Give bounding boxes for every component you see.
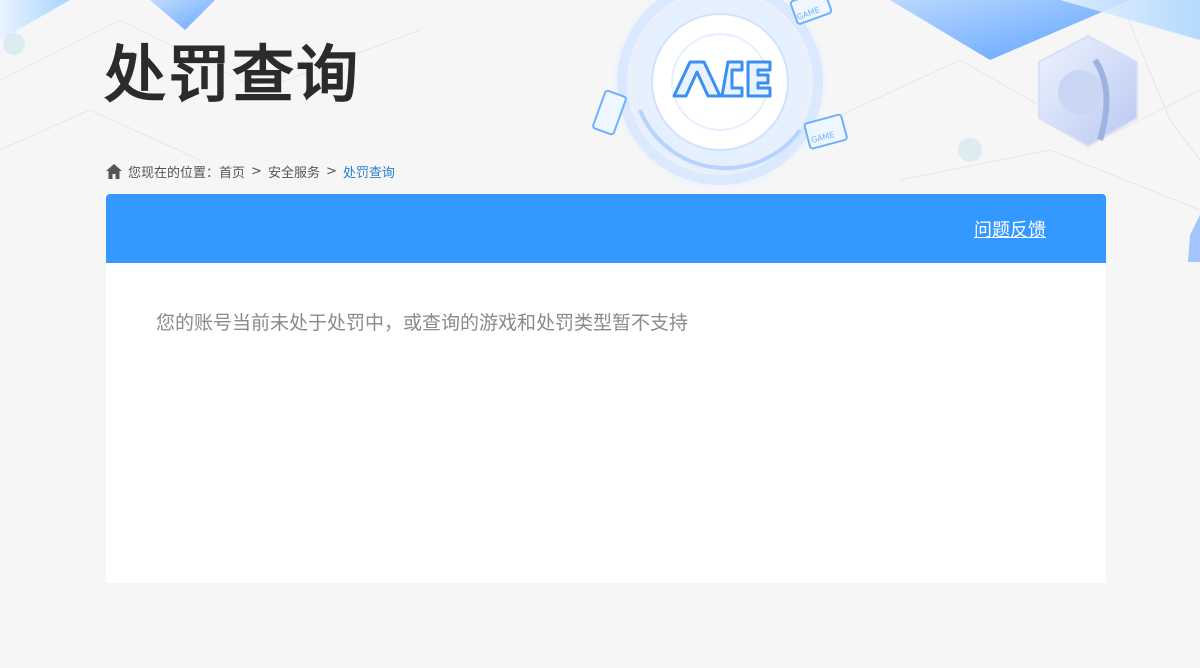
breadcrumb-current: 处罚查询 (342, 165, 395, 181)
panel-header: 问题反馈 (106, 194, 1106, 263)
result-panel: 问题反馈 您的账号当前未处于处罚中，或查询的游戏和处罚类型暂不支持 (106, 194, 1106, 583)
svg-text:GAME: GAME (810, 130, 835, 145)
result-message: 您的账号当前未处于处罚中，或查询的游戏和处罚类型暂不支持 (156, 312, 689, 334)
ace-logo (670, 56, 774, 100)
panel-body: 您的账号当前未处于处罚中，或查询的游戏和处罚类型暂不支持 (106, 263, 1106, 380)
home-icon (106, 163, 122, 179)
breadcrumb: 您现在的位置： 首页 > 安全服务 > 处罚查询 (106, 162, 395, 181)
breadcrumb-home[interactable]: 首页 (219, 162, 245, 181)
breadcrumb-separator: > (251, 163, 262, 179)
feedback-link[interactable]: 问题反馈 (974, 216, 1046, 242)
breadcrumb-prefix: 您现在的位置： (128, 165, 220, 181)
breadcrumb-security-service[interactable]: 安全服务 (268, 162, 320, 181)
game-tag-label: GAME (796, 5, 821, 22)
page-title: 处罚查询 (104, 38, 361, 111)
breadcrumb-separator: > (325, 163, 337, 179)
ace-logo-icon (672, 60, 772, 98)
